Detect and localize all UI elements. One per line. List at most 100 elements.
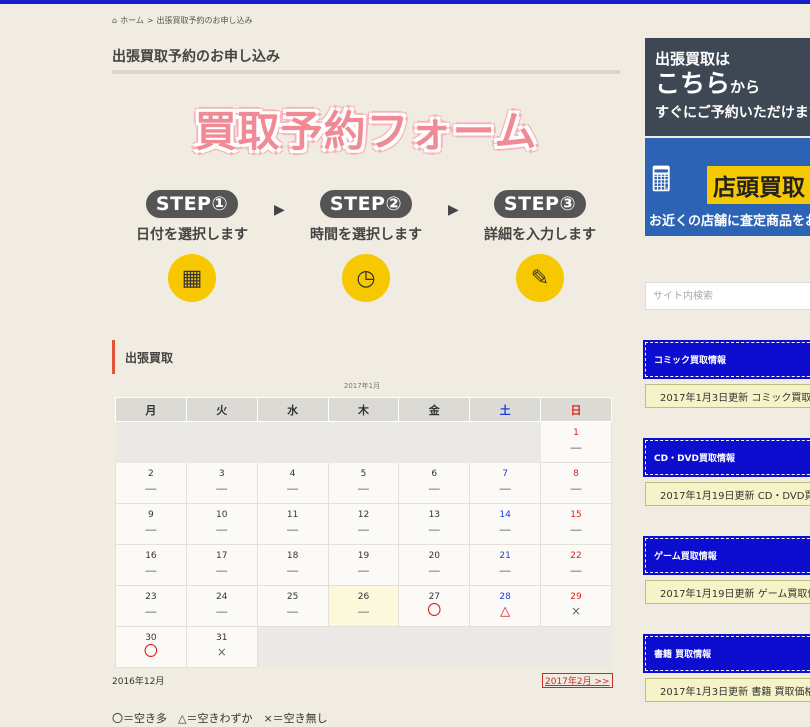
calendar-day-number: 15 xyxy=(570,510,582,520)
calendar-day-cell: 26 ― xyxy=(327,585,400,627)
unavailable-dash: ― xyxy=(499,482,511,495)
calendar-empty-cell xyxy=(469,421,542,463)
calendar-empty-cell xyxy=(327,421,400,463)
step-1-caption: 日付を選択します xyxy=(136,227,248,243)
category-heading-cd-dvd[interactable]: CD・DVD買取情報 xyxy=(643,438,810,477)
calendar-day-cell: 22 ― xyxy=(540,544,612,586)
weekday-wed: 水 xyxy=(256,397,329,422)
calendar-day-number: 31 xyxy=(216,633,228,643)
calendar-empty-cell xyxy=(256,421,329,463)
category-heading-comic[interactable]: コミック買取情報 xyxy=(643,340,810,379)
weekday-sun: 日 xyxy=(540,397,612,422)
home-visit-promo-banner[interactable]: 出張買取は こちらから すぐにご予約いただけます xyxy=(645,38,810,136)
calendar-day-cell: 18 ― xyxy=(256,544,329,586)
calendar-empty-cell xyxy=(469,626,542,668)
calendar-day-cell: 4 ― xyxy=(256,462,329,504)
calendar-week-row: 23 ― 24 ― 25 ― 26 ― 27 〇 28 △ 29 × xyxy=(115,585,612,627)
step-1-label: STEP① xyxy=(145,190,239,218)
calendar-day-cell: 7 ― xyxy=(469,462,542,504)
unavailable-dash: ― xyxy=(428,482,440,495)
calendar-day-cell: 23 ― xyxy=(115,585,187,627)
available-mark: 〇 xyxy=(143,644,158,660)
site-search-input[interactable] xyxy=(645,282,810,310)
few-available-mark: △ xyxy=(500,604,511,619)
weekday-header-row: 月 火 水 木 金 土 日 xyxy=(115,397,612,422)
calendar-body: 1 ― 2 ― 3 ― 4 ― 5 ― 6 ― 7 ― 8 ― 9 ― 10 ― 11 ― 12 ― 13 ― 14 ― 15 ― 16 ― 1… xyxy=(115,421,612,668)
store-purchase-promo-banner[interactable]: 🖩 店頭買取 お近くの店舗に査定商品をお持ちください xyxy=(645,138,810,236)
breadcrumb-separator: > xyxy=(146,16,154,25)
step-arrow-icon: ▶ xyxy=(448,202,459,218)
calendar-empty-cell xyxy=(327,626,400,668)
section-heading: 出張買取 xyxy=(112,340,612,374)
calendar-day-cell: 12 ― xyxy=(327,503,400,545)
calendar-week-row: 9 ― 10 ― 11 ― 12 ― 13 ― 14 ― 15 ― xyxy=(115,503,612,545)
step-2-caption: 時間を選択します xyxy=(310,227,422,243)
cash-register-icon: 🖩 xyxy=(651,160,672,200)
step-2: STEP② 時間を選択します ◷ xyxy=(291,190,441,302)
step-3-label: STEP③ xyxy=(493,190,587,218)
prev-month-link[interactable]: 2016年12月 xyxy=(112,674,164,687)
calendar-day-number: 22 xyxy=(570,551,582,561)
weekday-thu: 木 xyxy=(327,397,400,422)
calendar-day-cell[interactable]: 28 △ xyxy=(469,585,542,627)
calendar-empty-cell xyxy=(115,421,187,463)
step-3: STEP③ 詳細を入力します ✎ xyxy=(465,190,615,302)
promo-line-2-big: こちら xyxy=(655,69,731,98)
calendar-empty-cell xyxy=(398,421,471,463)
category-link-comic[interactable]: 2017年1月3日更新 コミック買取価格 xyxy=(645,384,810,408)
calendar-empty-cell xyxy=(398,626,471,668)
calendar-day-cell: 10 ― xyxy=(185,503,258,545)
calendar-day-number: 16 xyxy=(145,551,157,561)
calendar-icon: ▦ xyxy=(168,254,216,302)
unavailable-dash: ― xyxy=(216,564,228,577)
calendar-day-cell: 19 ― xyxy=(327,544,400,586)
calendar-day-cell: 20 ― xyxy=(398,544,471,586)
unavailable-dash: ― xyxy=(499,523,511,536)
category-link-cd-dvd[interactable]: 2017年1月19日更新 CD・DVD買取価格 xyxy=(645,482,810,506)
unavailable-dash: ― xyxy=(357,523,369,536)
breadcrumb: ⌂ ホーム > 出張買取予約のお申し込み xyxy=(112,15,253,26)
category-heading-books[interactable]: 書籍 買取情報 xyxy=(643,634,810,673)
stopwatch-icon: ◷ xyxy=(342,254,390,302)
unavailable-dash: ― xyxy=(357,564,369,577)
weekday-fri: 金 xyxy=(398,397,471,422)
calendar-day-number: 24 xyxy=(216,592,228,602)
unavailable-dash: ― xyxy=(357,482,369,495)
calendar-day-number: 5 xyxy=(360,469,367,479)
breadcrumb-home-link[interactable]: ホーム xyxy=(120,15,144,26)
next-month-link[interactable]: 2017年2月 >> xyxy=(542,673,613,688)
unavailable-dash: ― xyxy=(145,564,157,577)
store-purchase-caption: お近くの店舗に査定商品をお持ちください xyxy=(649,214,810,229)
reservation-calendar: 月 火 水 木 金 土 日 1 ― 2 ― 3 ― 4 ― 5 ― 6 ― 7 ― 8 ― 9 ― 10 ― 11 ― 12… xyxy=(115,397,612,668)
calendar-day-cell: 9 ― xyxy=(115,503,187,545)
store-purchase-title: 店頭買取 xyxy=(707,166,810,204)
category-link-game[interactable]: 2017年1月19日更新 ゲーム買取価格 xyxy=(645,580,810,604)
calendar-day-number: 14 xyxy=(499,510,511,520)
category-link-books[interactable]: 2017年1月3日更新 書籍 買取価格 xyxy=(645,678,810,702)
unavailable-dash: ― xyxy=(145,523,157,536)
home-icon: ⌂ xyxy=(112,16,118,25)
calendar-day-number: 8 xyxy=(573,469,579,479)
calendar-day-cell[interactable]: 30 〇 xyxy=(115,626,187,668)
calendar-day-number: 20 xyxy=(428,551,441,561)
unavailable-dash: ― xyxy=(499,564,511,577)
unavailable-dash: ― xyxy=(428,564,440,577)
breadcrumb-current: 出張買取予約のお申し込み xyxy=(156,16,253,25)
calendar-day-number: 18 xyxy=(286,551,299,561)
category-heading-game[interactable]: ゲーム買取情報 xyxy=(643,536,810,575)
calendar-day-number: 27 xyxy=(428,592,441,602)
calendar-day-cell: 3 ― xyxy=(185,462,258,504)
calendar-day-cell: 14 ― xyxy=(469,503,542,545)
calendar-day-cell: 2 ― xyxy=(115,462,187,504)
pencil-icon: ✎ xyxy=(516,254,564,302)
unavailable-dash: ― xyxy=(216,482,228,495)
calendar-day-cell[interactable]: 27 〇 xyxy=(398,585,471,627)
unavailable-dash: ― xyxy=(287,482,299,495)
calendar-day-number: 10 xyxy=(216,510,228,520)
calendar-day-number: 26 xyxy=(357,592,370,602)
calendar-day-number: 7 xyxy=(502,469,508,479)
calendar-day-cell: 17 ― xyxy=(185,544,258,586)
calendar-day-cell: 31 × xyxy=(185,626,258,668)
calendar-day-cell: 29 × xyxy=(540,585,612,627)
calendar-day-cell: 25 ― xyxy=(256,585,329,627)
